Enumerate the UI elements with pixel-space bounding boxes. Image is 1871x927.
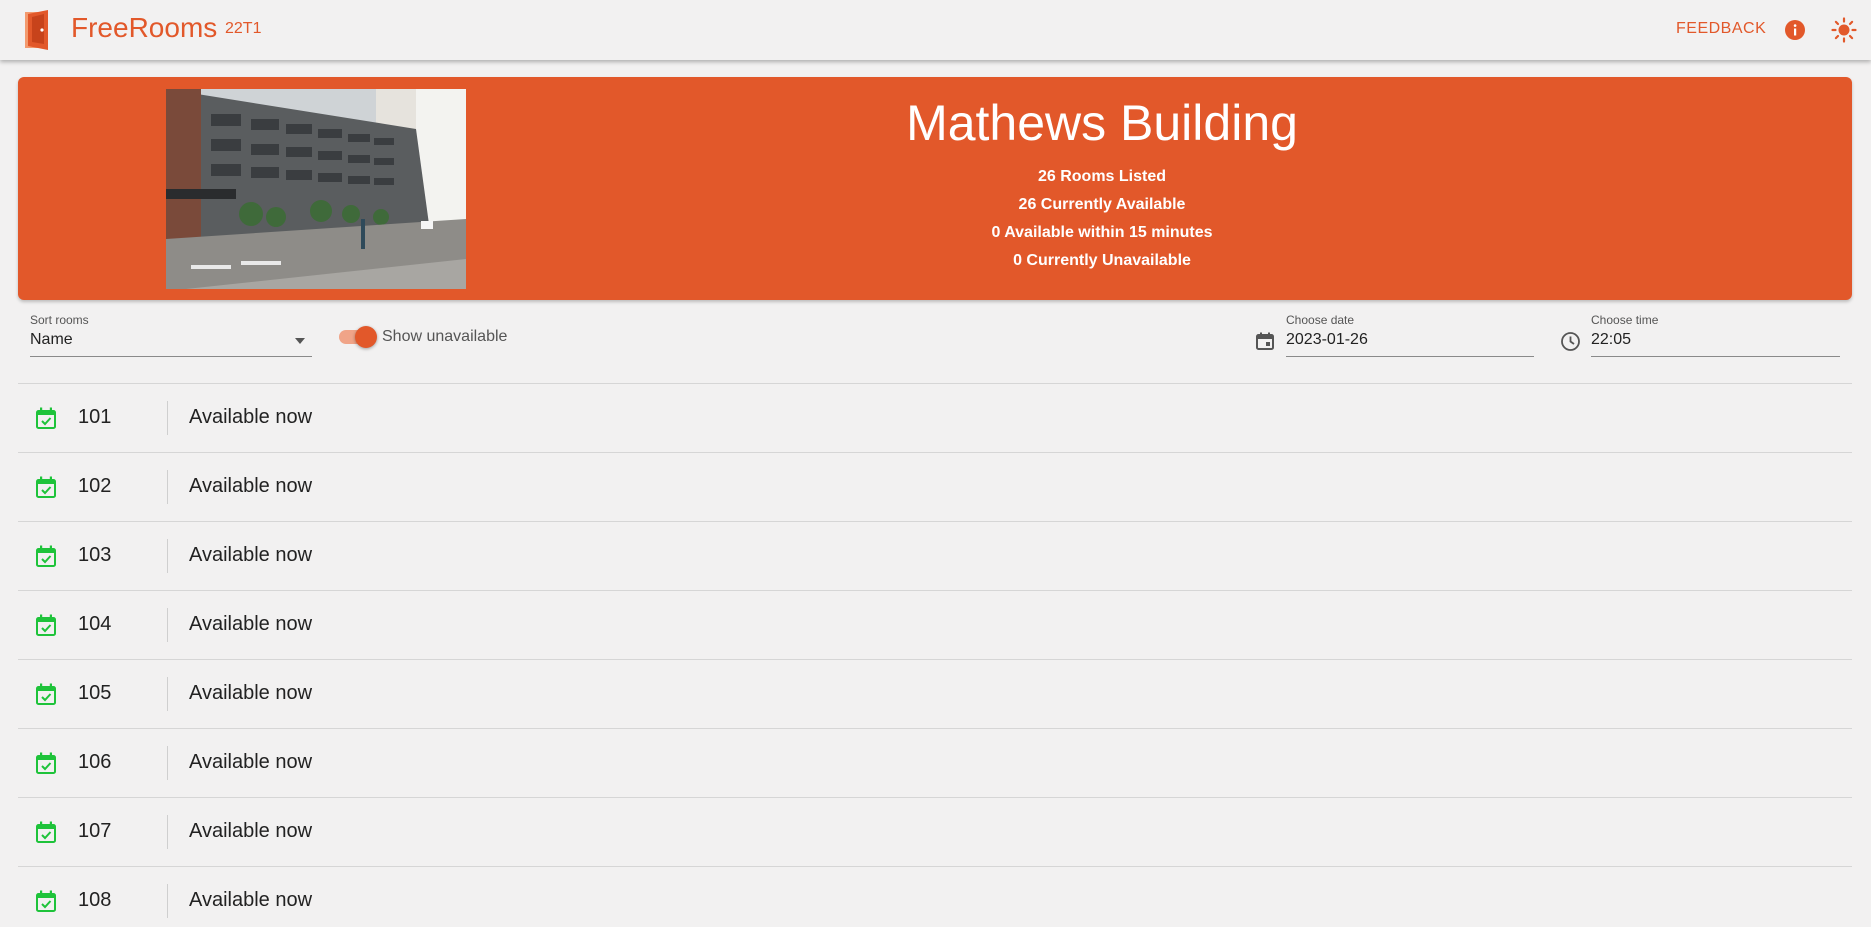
calendar-check-icon [36,614,56,636]
clock-icon[interactable] [1560,331,1581,352]
room-row-108[interactable]: 108 Available now [18,866,1852,927]
date-label: Choose date [1286,313,1355,327]
calendar-check-icon [36,821,56,843]
room-status: Available now [189,682,313,704]
calendar-check-icon [36,752,56,774]
room-row-105[interactable]: 105 Available now [18,659,1852,728]
calendar-check-icon [36,890,56,912]
room-name: 104 [78,613,112,635]
sun-icon[interactable] [1831,17,1857,43]
show-unavailable-label[interactable]: Show unavailable [382,328,507,346]
room-row-103[interactable]: 103 Available now [18,521,1852,590]
stat-currently-available: 26 Currently Available [1018,196,1186,213]
room-status: Available now [189,889,313,911]
sort-underline [30,356,312,357]
row-divider [167,470,168,504]
stat-available-soon: 0 Available within 15 minutes [991,224,1213,241]
room-status: Available now [189,613,313,635]
sort-label: Sort rooms [30,313,89,327]
room-name: 102 [78,475,112,497]
date-underline [1286,356,1534,357]
row-divider [167,677,168,711]
room-list: 101 Available now 102 Available now 103 … [18,383,1852,927]
calendar-check-icon [36,407,56,429]
room-name: 108 [78,889,112,911]
building-title: Mathews Building [906,95,1298,151]
room-status: Available now [189,475,313,497]
row-divider [167,815,168,849]
room-name: 101 [78,406,112,428]
time-underline [1591,356,1840,357]
room-status: Available now [189,820,313,842]
calendar-check-icon [36,545,56,567]
chevron-down-icon[interactable] [294,337,306,345]
row-divider [167,539,168,573]
row-divider [167,401,168,435]
room-row-102[interactable]: 102 Available now [18,452,1852,521]
date-input[interactable]: 2023-01-26 [1286,331,1368,349]
row-divider [167,884,168,918]
info-icon[interactable] [1784,19,1806,41]
room-name: 107 [78,820,112,842]
calendar-icon[interactable] [1255,331,1275,351]
calendar-check-icon [36,476,56,498]
calendar-check-icon [36,683,56,705]
row-divider [167,746,168,780]
building-photo [166,89,466,289]
room-name: 106 [78,751,112,773]
feedback-button[interactable]: FEEDBACK [1676,20,1766,38]
room-status: Available now [189,544,313,566]
app-name[interactable]: FreeRooms [71,12,217,44]
app-bar: FreeRooms 22T1 FEEDBACK [0,0,1871,60]
room-name: 103 [78,544,112,566]
room-status: Available now [189,751,313,773]
time-input[interactable]: 22:05 [1591,331,1631,349]
toggle-thumb[interactable] [355,326,377,348]
room-row-101[interactable]: 101 Available now [18,383,1852,452]
stat-rooms-listed: 26 Rooms Listed [1037,168,1167,185]
term-badge: 22T1 [225,20,262,37]
room-row-104[interactable]: 104 Available now [18,590,1852,659]
room-status: Available now [189,406,313,428]
room-row-107[interactable]: 107 Available now [18,797,1852,866]
stat-unavailable: 0 Currently Unavailable [1013,252,1191,269]
row-divider [167,608,168,642]
door-icon[interactable] [22,8,56,50]
room-name: 105 [78,682,112,704]
building-banner: Mathews Building 26 Rooms Listed 26 Curr… [18,77,1852,300]
sort-value[interactable]: Name [30,331,73,349]
room-row-106[interactable]: 106 Available now [18,728,1852,797]
time-label: Choose time [1591,313,1659,327]
